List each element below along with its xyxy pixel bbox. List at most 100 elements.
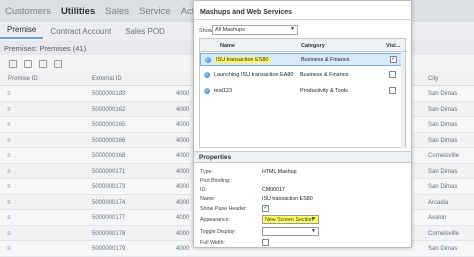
full-width-checkbox[interactable]: [262, 239, 269, 246]
premise-cell: 4000: [176, 246, 190, 252]
mashup-row[interactable]: Launching ISU transaction EA80 Business …: [200, 69, 405, 82]
premise-id-cell: [7, 107, 14, 113]
mashup-category: Business & Finance: [300, 72, 349, 78]
zoom-icon[interactable]: [54, 59, 62, 68]
settings-icon[interactable]: [39, 59, 47, 68]
premise-cell: 4000: [176, 106, 190, 113]
tab-sales-pod[interactable]: Sales POD: [118, 27, 172, 36]
premise-cell: 4000: [176, 230, 190, 237]
mashup-row[interactable]: test123 Productivity & Tools: [200, 85, 405, 98]
name-value: ISU transaction ES80: [262, 196, 313, 202]
premise-id-cell: [7, 231, 14, 237]
premise-id-cell: [7, 184, 14, 190]
premise-id-cell: [7, 153, 14, 159]
tab-premise[interactable]: Premise: [0, 25, 44, 39]
show-pane-header-checkbox[interactable]: [262, 204, 269, 212]
premise-cell: 4000: [176, 168, 190, 175]
external-id-cell: 5000000179: [92, 246, 126, 252]
toggle-display-select[interactable]: ▼: [262, 227, 319, 236]
external-id-cell: 5000000173: [92, 184, 126, 190]
col-visible[interactable]: Visi...: [386, 43, 400, 49]
filter-icon[interactable]: [24, 59, 32, 68]
external-id-cell: 5000000174: [92, 199, 126, 206]
external-id-cell: 5000000168: [92, 153, 126, 159]
nav-customers[interactable]: Customers: [0, 6, 56, 17]
dialog-divider: [194, 19, 413, 20]
premise-cell: 4000: [176, 184, 190, 190]
city-cell: San Dimas: [428, 122, 458, 128]
external-id-cell: 5000000171: [92, 168, 126, 175]
chevron-down-icon: ▼: [311, 216, 316, 222]
globe-icon: [204, 72, 210, 78]
appearance-value: New Screen Section: [265, 217, 313, 223]
chevron-down-icon: ▼: [311, 228, 316, 234]
header-external-id[interactable]: External ID: [92, 76, 122, 82]
nav-service[interactable]: Service: [134, 6, 176, 17]
show-filter-select[interactable]: All Mashups ▼: [212, 25, 298, 35]
nav-utilities[interactable]: Utilities: [56, 6, 100, 17]
port-binding-label: Port Binding:: [200, 178, 231, 184]
premise-cell: 4000: [176, 215, 190, 221]
mashup-table: Name Category Visi... ISU transaction ES…: [199, 38, 406, 148]
external-id-cell: 5000000162: [92, 106, 126, 113]
premise-id-cell: [7, 200, 14, 206]
mashups-dialog: Mashups and Web Services Show: All Mashu…: [193, 0, 413, 248]
mashup-name: Launching ISU transaction EA80: [214, 72, 294, 78]
header-city[interactable]: City: [428, 76, 438, 82]
full-width-label: Full Width:: [200, 240, 226, 246]
external-id-cell: 5000000166: [92, 137, 126, 144]
mashup-table-header: Name Category Visi...: [200, 39, 405, 52]
id-value: CM00017: [262, 187, 285, 193]
new-icon[interactable]: [9, 59, 17, 68]
premise-cell: 4000: [176, 137, 190, 144]
city-cell: Avalon: [428, 215, 447, 221]
city-cell: San Dimas: [428, 168, 458, 175]
vertical-scrollbar[interactable]: [401, 52, 405, 148]
city-cell: Cornelsville: [428, 153, 460, 159]
properties-header: Properties: [194, 151, 411, 163]
name-label: Name:: [200, 196, 216, 202]
col-name[interactable]: Name: [220, 43, 235, 49]
tab-contract-account[interactable]: Contract Account: [43, 27, 118, 36]
external-id-cell: 5000000165: [92, 122, 126, 128]
appearance-select[interactable]: New Screen Section ▼: [262, 215, 319, 224]
visible-checkbox[interactable]: [389, 71, 396, 78]
chevron-down-icon: ▼: [290, 26, 295, 32]
city-cell: San Dimas: [428, 137, 458, 144]
globe-icon: [204, 88, 210, 94]
premise-id-cell: [7, 91, 14, 97]
header-premise-id[interactable]: Premise ID: [8, 76, 38, 82]
visible-checkbox[interactable]: [389, 87, 396, 94]
external-id-cell: 5000000183: [92, 91, 126, 97]
appearance-label: Appearance:: [200, 217, 231, 223]
mashup-category: Productivity & Tools: [300, 88, 348, 94]
city-cell: San Dimas: [428, 246, 458, 252]
mashup-row[interactable]: ISU transaction ES80 Business & Finance: [200, 53, 405, 66]
premise-cell: 4000: [176, 153, 190, 159]
city-cell: Cornelsville: [428, 230, 460, 237]
premise-id-cell: [7, 169, 14, 175]
globe-icon: [205, 57, 211, 63]
nav-sales[interactable]: Sales: [100, 6, 134, 17]
type-label: Type:: [200, 169, 213, 175]
id-label: ID:: [200, 187, 207, 193]
show-pane-header-label: Show Pane Header:: [200, 206, 248, 212]
visible-checkbox[interactable]: [390, 55, 397, 63]
show-filter-value: All Mashups: [215, 27, 245, 33]
premise-id-cell: [7, 215, 14, 221]
city-cell: San Dimas: [428, 106, 458, 113]
mashup-category: Business & Finance: [301, 57, 350, 63]
city-cell: Arcadia: [428, 199, 449, 206]
toggle-display-label: Toggle Display:: [200, 229, 236, 235]
dialog-title: Mashups and Web Services: [200, 9, 293, 16]
mashup-name: ISU transaction ES80: [215, 57, 270, 63]
external-id-cell: 5000000178: [92, 230, 126, 237]
premise-cell: 4000: [176, 91, 190, 97]
city-cell: San Dimas: [428, 184, 458, 190]
city-cell: San Dimas: [428, 91, 458, 97]
mashup-name: test123: [214, 88, 233, 94]
premise-id-cell: [7, 246, 14, 252]
col-category[interactable]: Category: [301, 43, 325, 49]
external-id-cell: 5000000177: [92, 215, 126, 221]
premise-cell: 4000: [176, 199, 190, 206]
